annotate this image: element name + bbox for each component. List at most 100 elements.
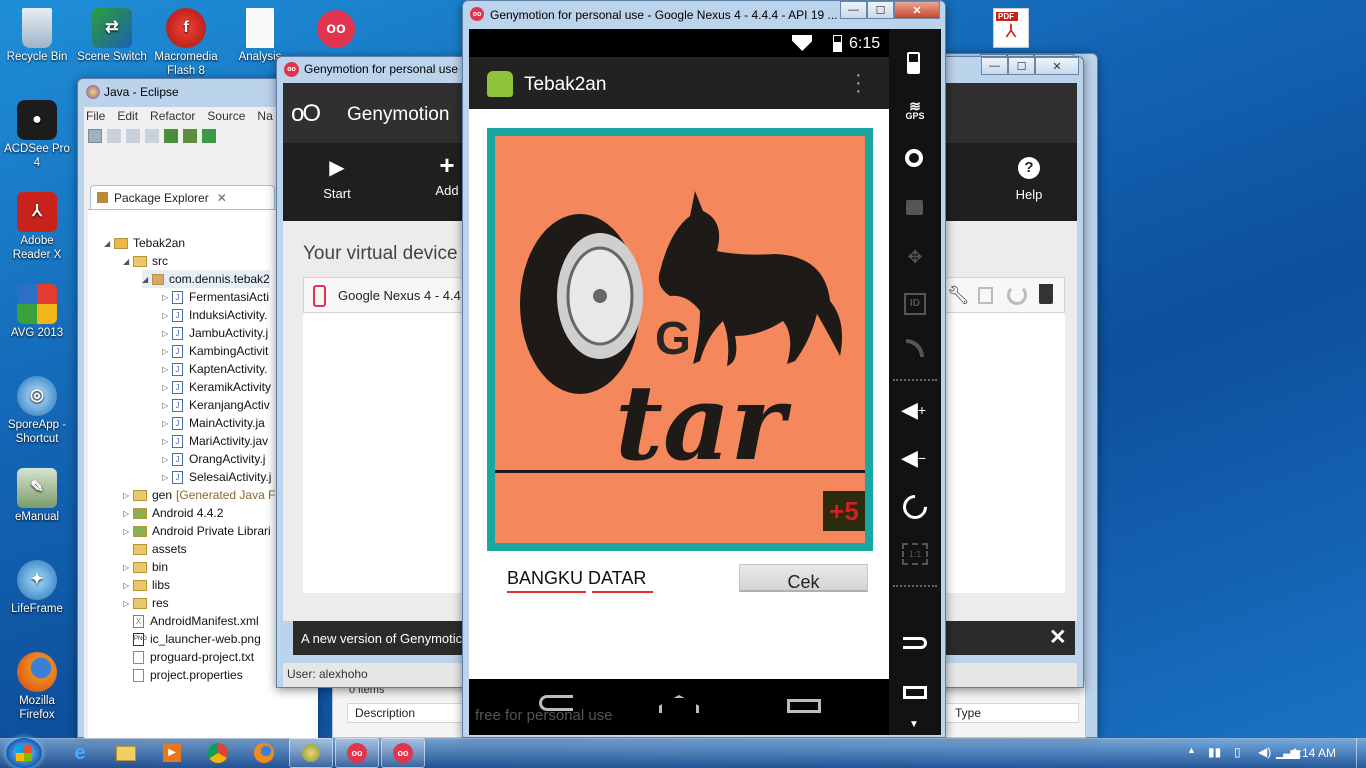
tree-project[interactable]: ◢ Tebak2an [104, 234, 185, 252]
avd-icon[interactable] [183, 129, 197, 143]
taskbar-firefox[interactable] [242, 738, 286, 768]
close-banner-icon[interactable]: ✕ [1049, 625, 1067, 650]
start-orb[interactable] [6, 738, 42, 768]
tree-file[interactable]: ▷ J SelesaiActivity.j [162, 468, 271, 486]
save-icon[interactable] [107, 129, 121, 143]
tree-project-properties[interactable]: project.properties [133, 666, 243, 684]
tab-package-explorer[interactable]: Package Explorer ✕ [90, 185, 275, 209]
tree-res[interactable]: ▷ res [123, 594, 169, 612]
tree-file[interactable]: ▷ J InduksiActivity. [162, 306, 267, 324]
tree-package[interactable]: ◢ com.dennis.tebak2 [142, 270, 270, 288]
menu-source[interactable]: Source [207, 109, 245, 123]
lint-icon[interactable] [202, 129, 216, 143]
tree-assets[interactable]: assets [123, 540, 187, 558]
video-icon[interactable] [906, 200, 923, 215]
dpad-icon[interactable]: ✥ [904, 247, 926, 269]
scale-icon[interactable]: 1:1 [902, 543, 928, 565]
maximize-button[interactable]: ☐ [1008, 57, 1035, 75]
tree-file[interactable]: ▷ J KambingActivit [162, 342, 268, 360]
maximize-button[interactable]: ☐ [867, 1, 894, 19]
gps-icon[interactable]: ≋ GPS [901, 99, 929, 121]
desktop-icon-adobe-reader[interactable]: ⅄ Adobe Reader X [1, 192, 73, 262]
tree-file[interactable]: ▷ J MariActivity.jav [162, 432, 268, 450]
android-sdk-icon[interactable] [164, 129, 178, 143]
tree-file[interactable]: ▷ J OrangActivity.j [162, 450, 265, 468]
help-button[interactable]: ? Help [1005, 157, 1053, 202]
tree-gen[interactable]: ▷ gen [Generated Java Fi [123, 486, 278, 504]
reset-icon[interactable] [1007, 285, 1027, 305]
settings-wrench-icon[interactable]: 🔧︎ [947, 285, 970, 306]
pdf-desktop-icon[interactable]: PDF ⅄ [993, 8, 1029, 48]
menu-refactor[interactable]: Refactor [150, 109, 195, 123]
print-icon[interactable] [145, 129, 159, 143]
camera-icon[interactable] [905, 149, 923, 167]
id-icon[interactable]: ID [904, 293, 926, 315]
desktop-icon-sporeapp[interactable]: ◎ SporeApp - Shortcut [1, 376, 73, 446]
close-button[interactable]: ✕ [894, 1, 940, 19]
taskbar-eclipse[interactable] [289, 738, 333, 768]
delete-icon[interactable] [1039, 284, 1053, 304]
desktop-icon-emanual[interactable]: ✎ eManual [1, 468, 73, 524]
taskbar-genymotion[interactable]: oo [335, 738, 379, 768]
taskbar-media-player[interactable]: ▶ [150, 738, 194, 768]
taskbar-chrome[interactable] [196, 738, 240, 768]
desktop-icon-acdsee[interactable]: ● ACDSee Pro 4 [1, 100, 73, 170]
rss-icon[interactable] [906, 339, 924, 357]
menu-edit[interactable]: Edit [117, 109, 138, 123]
taskbar-explorer[interactable] [104, 738, 148, 768]
col-description[interactable]: Description [355, 706, 415, 720]
volume-up-icon[interactable]: ◀︎+ [901, 399, 926, 421]
check-button[interactable]: Cek [739, 564, 868, 592]
volume-tray-icon[interactable]: ◀︎) [1258, 745, 1271, 759]
nav-home-icon[interactable] [659, 695, 699, 713]
genymotion-desktop-icon[interactable]: oo [317, 10, 355, 48]
menu-file[interactable]: File [86, 109, 105, 123]
overflow-menu-icon[interactable]: · · · [855, 65, 862, 101]
tree-file[interactable]: ▷ J KaptenActivity. [162, 360, 267, 378]
back-icon[interactable] [903, 637, 927, 649]
desktop-icon-recycle-bin[interactable]: Recycle Bin [1, 8, 73, 64]
rotate-icon[interactable] [898, 490, 932, 524]
tree-libs[interactable]: ▷ libs [123, 576, 170, 594]
taskbar-clock[interactable]: 1:14 AM [1292, 746, 1336, 760]
tree-proguard[interactable]: proguard-project.txt [133, 648, 254, 666]
tree-private-lib[interactable]: ▷ Android Private Librari [123, 522, 271, 540]
menu-navigate[interactable]: Na [257, 109, 272, 123]
volume-down-icon[interactable]: ◀︎− [901, 447, 926, 469]
minimize-button[interactable]: — [840, 1, 867, 19]
tree-file[interactable]: ▷ J KeramikActivity [162, 378, 271, 396]
desktop-icon-avg[interactable]: AVG 2013 [1, 284, 73, 340]
start-button[interactable]: ▶ Start [313, 155, 361, 201]
menu-down-icon[interactable]: ▼ [909, 719, 919, 730]
desktop-icon-macromedia-flash[interactable]: f Macromedia Flash 8 [150, 8, 222, 78]
tree-file[interactable]: ▷ J JambuActivity.j [162, 324, 268, 342]
tree-manifest[interactable]: X AndroidManifest.xml [133, 612, 259, 630]
desktop-icon-scene-switch[interactable]: ⇄ Scene Switch [76, 8, 148, 64]
save-all-icon[interactable] [126, 129, 140, 143]
close-button[interactable]: ✕ [1035, 57, 1079, 75]
tree-file[interactable]: ▷ J MainActivity.ja [162, 414, 265, 432]
tree-android-lib[interactable]: ▷ Android 4.4.2 [123, 504, 223, 522]
clone-icon[interactable] [978, 287, 993, 304]
answer-field[interactable]: BANGKU DATAR [495, 559, 727, 595]
battery-icon[interactable] [907, 52, 920, 74]
desktop-icon-lifeframe[interactable]: ✦ LifeFrame [1, 560, 73, 616]
recent-apps-icon[interactable] [903, 686, 927, 699]
taskbar-genymotion-player[interactable]: oo [381, 738, 425, 768]
new-icon[interactable] [88, 129, 102, 143]
nav-recent-icon[interactable] [787, 699, 821, 713]
network-tray-icon[interactable]: ▮▮ [1208, 745, 1221, 759]
show-hidden-icons[interactable]: ▲ [1187, 745, 1196, 755]
tree-launcher-png[interactable]: PNG ic_launcher-web.png [133, 630, 261, 648]
desktop-icon-firefox[interactable]: Mozilla Firefox [1, 652, 73, 722]
close-tab-icon[interactable]: ✕ [217, 191, 227, 205]
tree-file[interactable]: ▷ J KeranjangActiv [162, 396, 270, 414]
battery-tray-icon[interactable]: ▯ [1234, 745, 1241, 759]
show-desktop-button[interactable] [1356, 738, 1366, 768]
tree-bin[interactable]: ▷ bin [123, 558, 168, 576]
minimize-button[interactable]: — [981, 57, 1008, 75]
col-type[interactable]: Type [955, 706, 981, 720]
taskbar-ie[interactable]: e [58, 738, 102, 768]
tree-src[interactable]: ◢ src [123, 252, 168, 270]
tree-file[interactable]: ▷ J FermentasiActi [162, 288, 269, 306]
